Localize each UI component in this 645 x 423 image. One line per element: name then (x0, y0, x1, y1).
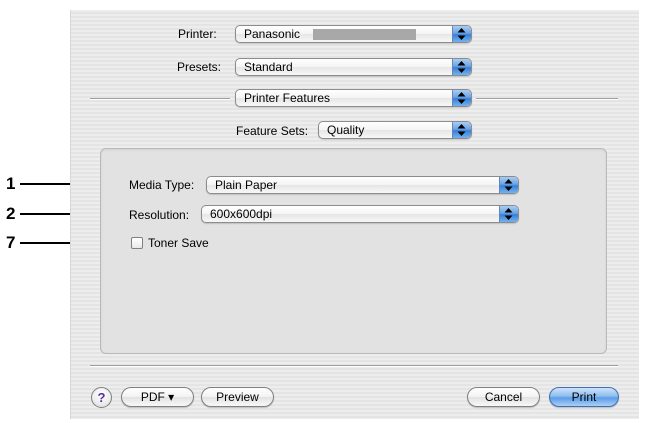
media-type-value: Plain Paper (215, 178, 278, 192)
up-down-arrows-icon (499, 206, 518, 222)
redacted-printer-model (313, 29, 416, 40)
panel-selector-value: Printer Features (244, 91, 331, 105)
bottom-separator (90, 365, 618, 366)
feature-sets-label: Feature Sets: (236, 124, 309, 138)
presets-popup[interactable]: Standard (235, 58, 472, 76)
help-button[interactable]: ? (91, 387, 112, 408)
cancel-button[interactable]: Cancel (467, 387, 540, 407)
preview-button[interactable]: Preview (201, 387, 274, 407)
panel-selector-popup[interactable]: Printer Features (235, 89, 472, 107)
resolution-value: 600x600dpi (210, 207, 273, 221)
up-down-arrows-icon (452, 59, 471, 75)
feature-sets-popup[interactable]: Quality (318, 121, 472, 139)
presets-label: Presets: (177, 60, 222, 74)
printer-label: Printer: (178, 27, 217, 41)
question-mark-icon: ? (97, 390, 106, 405)
separator-left (90, 98, 230, 99)
resolution-label: Resolution: (129, 208, 190, 222)
media-type-popup[interactable]: Plain Paper (206, 176, 519, 194)
up-down-arrows-icon (452, 90, 471, 106)
up-down-arrows-icon (452, 26, 471, 42)
presets-popup-value: Standard (244, 60, 293, 74)
up-down-arrows-icon (499, 177, 518, 193)
pdf-button[interactable]: PDF ▾ (121, 387, 194, 407)
resolution-popup[interactable]: 600x600dpi (201, 205, 519, 223)
up-down-arrows-icon (452, 122, 471, 138)
print-button[interactable]: Print (549, 387, 619, 407)
printer-popup-value: Panasonic (244, 27, 301, 41)
separator-right (476, 98, 618, 99)
media-type-label: Media Type: (129, 178, 195, 192)
callout-7: 7 (6, 233, 16, 252)
toner-save-label[interactable]: Toner Save (148, 236, 209, 250)
feature-sets-value: Quality (327, 123, 365, 137)
callout-2: 2 (6, 204, 16, 223)
toner-save-checkbox[interactable] (131, 237, 143, 249)
printer-popup[interactable]: Panasonic (235, 25, 472, 43)
callout-1: 1 (6, 174, 16, 193)
